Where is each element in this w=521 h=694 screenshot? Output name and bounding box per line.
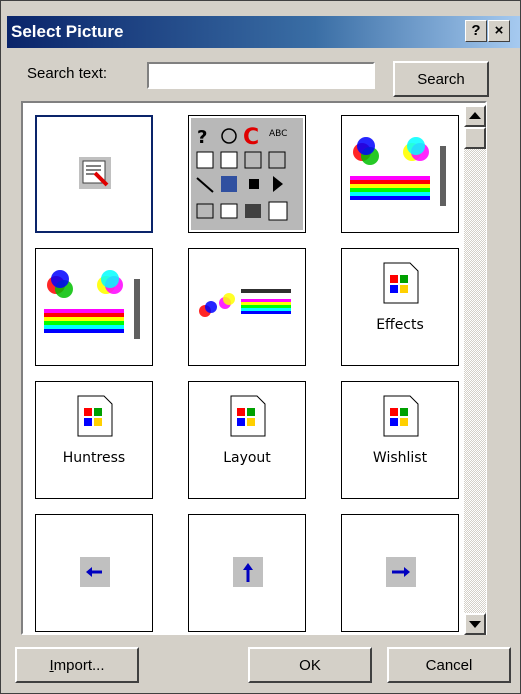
gallery-item[interactable] — [341, 115, 459, 233]
color-palette-icon — [44, 270, 140, 339]
gallery-item[interactable] — [35, 115, 153, 233]
gallery-item[interactable]: ? C ABC — [188, 115, 306, 233]
gallery-item[interactable] — [188, 248, 306, 366]
triangle-down-icon — [469, 621, 481, 628]
arrow-right-icon — [386, 557, 416, 587]
svg-text:ABC: ABC — [269, 129, 287, 139]
windows-file-icon — [383, 262, 419, 304]
import-button[interactable]: Import... — [15, 647, 139, 683]
gallery-item[interactable]: Effects — [341, 248, 459, 366]
search-label: Search text: — [27, 65, 108, 82]
picture-edit-icon — [79, 157, 111, 189]
ok-button[interactable]: OK — [248, 647, 372, 683]
vertical-scrollbar[interactable] — [464, 105, 486, 635]
cancel-button[interactable]: Cancel — [387, 647, 511, 683]
scroll-up-button[interactable] — [464, 105, 486, 127]
scroll-down-button[interactable] — [464, 613, 486, 635]
gallery-item[interactable]: Wishlist — [341, 381, 459, 499]
windows-file-icon — [383, 395, 419, 437]
gallery-item[interactable]: Layout — [188, 381, 306, 499]
gallery-item[interactable] — [341, 514, 459, 632]
gallery-item[interactable]: Huntress — [35, 381, 153, 499]
gallery-item[interactable] — [188, 514, 306, 632]
window-title: Select Picture — [11, 22, 124, 41]
toolbar-buttons-icon: ? C ABC — [191, 118, 303, 230]
gallery-item-label: Huntress — [62, 450, 126, 466]
search-button[interactable]: Search — [393, 61, 489, 97]
gallery-item[interactable] — [35, 514, 153, 632]
color-palette-icon — [350, 137, 446, 206]
arrow-up-icon — [233, 557, 263, 587]
scroll-thumb[interactable] — [464, 127, 486, 149]
import-label-rest: mport... — [53, 656, 105, 674]
svg-text:C: C — [243, 125, 259, 150]
gallery-item[interactable] — [35, 248, 153, 366]
help-button[interactable]: ? — [465, 20, 487, 42]
arrow-left-icon — [80, 557, 110, 587]
gallery-item-label: Layout — [223, 450, 271, 466]
triangle-up-icon — [469, 112, 481, 119]
gallery-item-label: Effects — [376, 317, 424, 333]
search-input[interactable] — [147, 62, 375, 89]
title-bar[interactable]: Select Picture ? × — [7, 16, 520, 48]
select-picture-dialog: Select Picture ? × Search text: Search ?… — [0, 0, 521, 694]
picture-gallery: ? C ABC Effects Huntress Layout Wishlist — [21, 101, 487, 635]
color-gradient-icon — [199, 289, 291, 317]
close-button[interactable]: × — [488, 20, 510, 42]
windows-file-icon — [230, 395, 266, 437]
svg-text:?: ? — [197, 127, 207, 148]
windows-file-icon — [77, 395, 113, 437]
gallery-item-label: Wishlist — [372, 450, 428, 466]
